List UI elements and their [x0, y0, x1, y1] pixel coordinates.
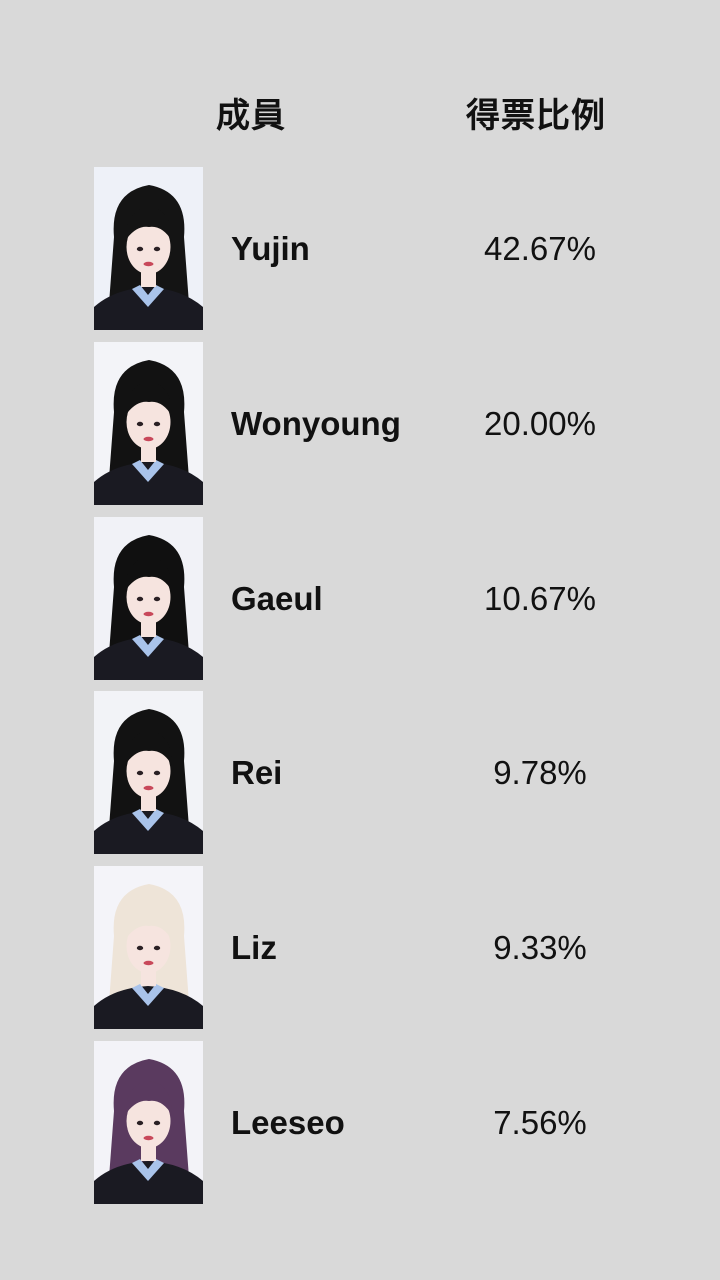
member-name: Wonyoung: [231, 405, 401, 442]
member-vote-percent: 10.67%: [484, 580, 596, 617]
vote-ratio-column-header: 得票比例: [466, 96, 606, 136]
member-vote-percent: 42.67%: [484, 230, 596, 267]
member-photo: [94, 342, 203, 505]
portrait-illustration: [94, 866, 203, 1029]
member-vote-percent: 20.00%: [484, 405, 596, 442]
member-photo: [94, 517, 203, 680]
portrait-illustration: [94, 1041, 203, 1204]
member-photo: [94, 691, 203, 854]
portrait-illustration: [94, 517, 203, 680]
portrait-illustration: [94, 691, 203, 854]
member-vote-percent: 9.78%: [493, 754, 587, 791]
portrait-illustration: [94, 342, 203, 505]
member-row: Wonyoung 20.00%: [0, 342, 720, 505]
member-row: Liz 9.33%: [0, 866, 720, 1029]
member-photo: [94, 167, 203, 330]
member-row: Leeseo 7.56%: [0, 1041, 720, 1204]
member-row: Gaeul 10.67%: [0, 517, 720, 680]
member-name: Liz: [231, 929, 277, 966]
member-photo: [94, 866, 203, 1029]
member-vote-percent: 9.33%: [493, 929, 587, 966]
member-name: Gaeul: [231, 580, 323, 617]
portrait-illustration: [94, 167, 203, 330]
member-column-header: 成員: [216, 96, 286, 136]
member-name: Rei: [231, 754, 283, 791]
member-vote-percent: 7.56%: [493, 1104, 587, 1141]
member-name: Leeseo: [231, 1104, 345, 1141]
member-row: Rei 9.78%: [0, 691, 720, 854]
member-photo: [94, 1041, 203, 1204]
member-row: Yujin 42.67%: [0, 167, 720, 330]
member-name: Yujin: [231, 230, 310, 267]
